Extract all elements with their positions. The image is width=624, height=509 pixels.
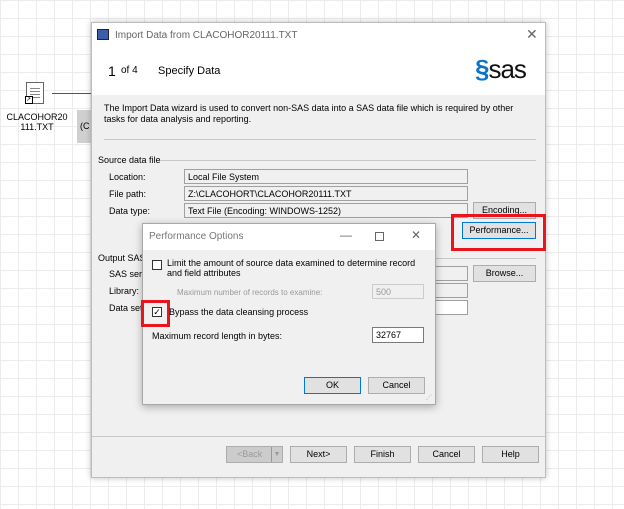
step-title: Specify Data — [158, 65, 221, 77]
data-type-label: Data type: — [109, 206, 151, 216]
path-label: File path: — [109, 189, 147, 199]
maximize-icon[interactable] — [375, 232, 384, 241]
minimize-icon[interactable]: — — [340, 228, 352, 242]
sas-logo: §sas — [475, 54, 527, 84]
max-length-label: Maximum record length in bytes: — [152, 331, 283, 341]
app-icon — [97, 29, 109, 40]
max-length-input[interactable]: 32767 — [372, 327, 424, 343]
wizard-description: The Import Data wizard is used to conver… — [104, 103, 514, 124]
bypass-label: Bypass the data cleansing process — [169, 307, 309, 317]
bypass-checkbox[interactable]: ✓ — [152, 307, 162, 317]
back-button: <Back ▼ — [226, 446, 283, 463]
library-label: Library: — [109, 286, 140, 296]
window-title: Import Data from CLACOHOR20111.TXT — [115, 30, 298, 41]
performance-button[interactable]: Performance... — [462, 222, 536, 239]
connector-line — [52, 93, 92, 94]
dataset-label: Data set — [109, 303, 143, 313]
wizard-header: Import Data from CLACOHOR20111.TXT ✕ 1 o… — [92, 23, 545, 95]
limit-checkbox[interactable] — [152, 260, 162, 270]
max-records-field: 500 — [372, 284, 424, 299]
finish-button[interactable]: Finish — [354, 446, 411, 463]
file-icon-label: CLACOHOR20 111.TXT — [6, 112, 68, 132]
location-field: Local File System — [184, 169, 468, 184]
next-button[interactable]: Next> — [290, 446, 347, 463]
limit-label: Limit the amount of source data examined… — [167, 258, 416, 278]
perf-title: Performance Options — [149, 231, 244, 242]
performance-options-dialog: Performance Options — ✕ Limit the amount… — [141, 223, 436, 405]
dropdown-arrow-icon: ▼ — [271, 447, 282, 462]
file-icon[interactable]: ↗ — [25, 82, 44, 104]
close-icon[interactable]: ✕ — [411, 228, 421, 242]
close-icon[interactable]: ✕ — [526, 26, 538, 43]
help-button[interactable]: Help — [482, 446, 539, 463]
perf-title-bar: Performance Options — ✕ — [143, 224, 435, 250]
cancel-button[interactable]: Cancel — [418, 446, 475, 463]
data-type-field: Text File (Encoding: WINDOWS-1252) — [184, 203, 468, 218]
step-number: 1 — [108, 63, 116, 79]
ok-button[interactable]: OK — [304, 377, 361, 394]
browse-button[interactable]: Browse... — [473, 265, 536, 282]
cancel-button[interactable]: Cancel — [368, 377, 425, 394]
file-path-field: Z:\CLACOHORT\CLACOHOR20111.TXT — [184, 186, 468, 201]
shortcut-arrow-icon: ↗ — [25, 96, 33, 104]
output-heading: Output SAS — [98, 253, 146, 263]
resize-grip-icon[interactable]: ⋰ — [426, 394, 432, 401]
step-of: of 4 — [121, 65, 138, 76]
max-records-label: Maximum number of records to examine: — [177, 288, 323, 297]
source-heading: Source data file — [98, 155, 161, 165]
server-label: SAS serv — [109, 269, 147, 279]
location-label: Location: — [109, 172, 146, 182]
